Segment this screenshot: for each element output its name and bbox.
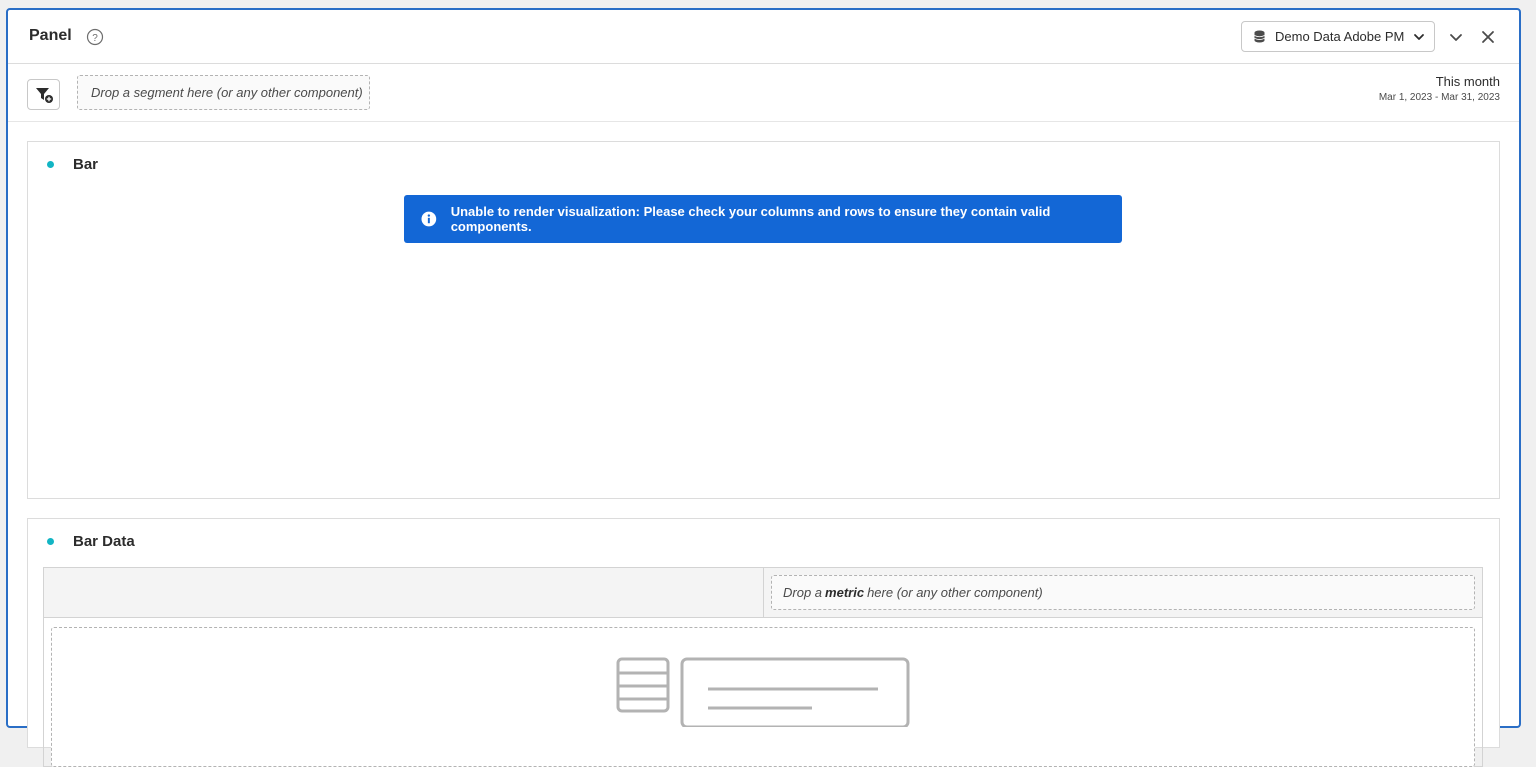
analysis-panel: Panel ? Demo Data Adobe PM Drop a segmen…	[6, 8, 1521, 767]
info-icon	[421, 211, 437, 227]
viz-title[interactable]: Bar Data	[73, 533, 135, 550]
report-suite-label: Demo Data Adobe PM	[1275, 29, 1405, 44]
help-icon[interactable]: ?	[86, 28, 104, 46]
svg-text:?: ?	[92, 33, 98, 44]
bar-visualization: Bar Unable to render visualization: Plea…	[27, 141, 1500, 499]
segment-drop-zone-bar: Drop a segment here (or any other compon…	[8, 64, 1519, 122]
collapse-panel-chevron-icon[interactable]	[1448, 29, 1464, 45]
date-period-label: This month	[1435, 74, 1500, 89]
freeform-table: Drop a metric here (or any other compone…	[43, 567, 1483, 767]
error-banner: Unable to render visualization: Please c…	[404, 195, 1122, 243]
dimension-header-cell	[44, 568, 764, 618]
viz-status-dot	[47, 538, 54, 545]
freeform-table-visualization: Bar Data Drop a metric here (or any othe…	[27, 518, 1500, 767]
date-range-label: Mar 1, 2023 - Mar 31, 2023	[1378, 92, 1500, 103]
filter-add-icon	[35, 87, 53, 103]
database-icon	[1254, 30, 1265, 43]
table-placeholder-illustration	[616, 657, 910, 727]
metric-drop-keyword: metric	[825, 585, 865, 600]
close-icon[interactable]	[1480, 29, 1496, 45]
date-range-picker[interactable]: This month Mar 1, 2023 - Mar 31, 2023	[1379, 74, 1500, 103]
viz-status-dot	[47, 161, 54, 168]
metric-drop-suffix: here (or any other component)	[867, 585, 1043, 600]
chevron-down-icon	[1414, 33, 1425, 40]
dimension-drop-zone[interactable]	[51, 627, 1475, 767]
panel-title[interactable]: Panel	[29, 27, 72, 45]
error-message: Unable to render visualization: Please c…	[450, 204, 1051, 234]
report-suite-select[interactable]: Demo Data Adobe PM	[1241, 21, 1435, 52]
metric-drop-prefix: Drop a	[783, 585, 823, 600]
metric-header-cell: Drop a metric here (or any other compone…	[764, 568, 1482, 618]
panel-header: Panel ? Demo Data Adobe PM	[8, 10, 1519, 64]
metric-drop-zone[interactable]: Drop a metric here (or any other compone…	[771, 575, 1475, 610]
add-segment-button[interactable]	[27, 79, 60, 110]
segment-drop-zone[interactable]: Drop a segment here (or any other compon…	[77, 75, 370, 110]
viz-title[interactable]: Bar	[73, 156, 98, 173]
